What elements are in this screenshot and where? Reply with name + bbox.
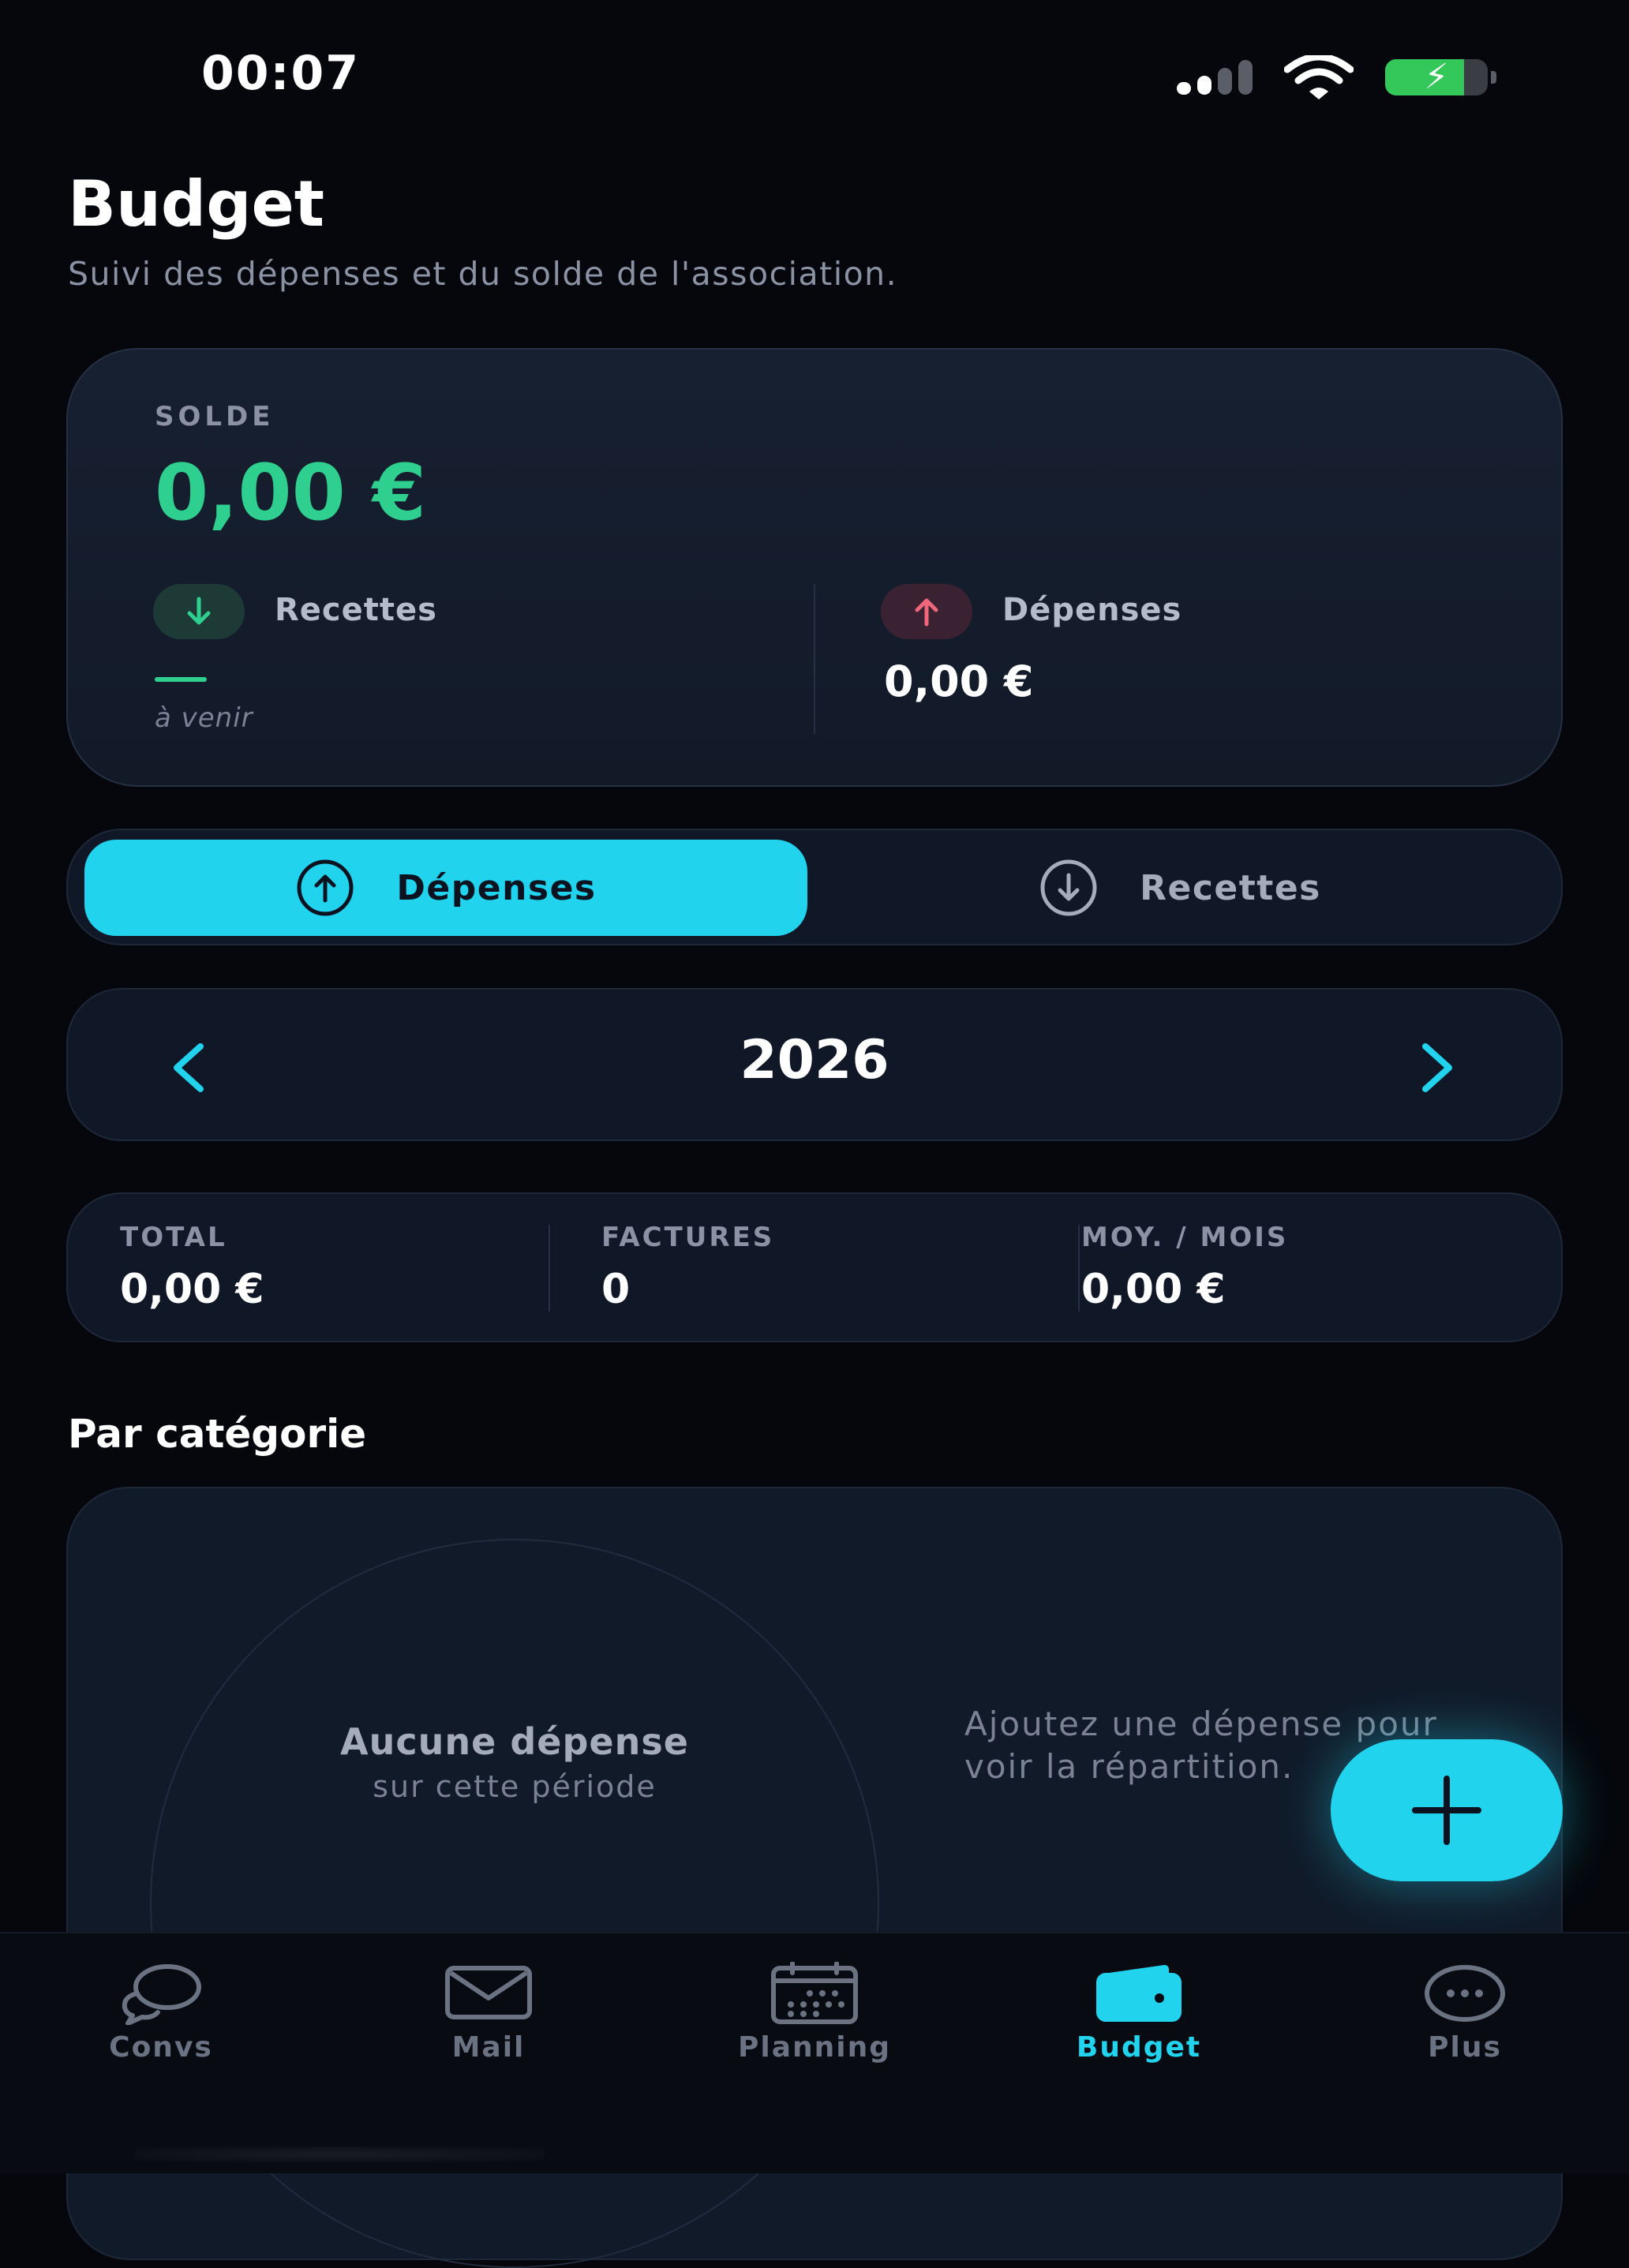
- tab-mail[interactable]: Mail: [370, 1962, 607, 2064]
- calendar-icon: [771, 1962, 858, 2024]
- arrow-up-circle-icon: [297, 859, 354, 916]
- income-note: à venir: [155, 702, 253, 734]
- stat-divider: [1078, 1225, 1080, 1312]
- stats-card: [66, 1192, 1563, 1342]
- stat-average-value: 0,00 €: [1081, 1266, 1226, 1313]
- battery-icon: ⚡: [1385, 59, 1496, 95]
- segment-expenses-label: Dépenses: [396, 867, 597, 908]
- income-value-placeholder: —: [155, 677, 207, 682]
- stat-total-value: 0,00 €: [120, 1266, 264, 1313]
- income-label: Recettes: [275, 592, 437, 628]
- expense-label: Dépenses: [1002, 592, 1182, 628]
- tab-plus[interactable]: Plus: [1346, 1962, 1583, 2064]
- segment-expenses[interactable]: Dépenses: [84, 840, 807, 936]
- category-section-title: Par catégorie: [68, 1411, 367, 1457]
- stat-invoices-value: 0: [601, 1266, 631, 1313]
- stat-invoices-label: FACTURES: [601, 1222, 775, 1253]
- empty-state-title: Aucune dépense: [340, 1720, 689, 1763]
- year-label: 2026: [740, 1029, 889, 1091]
- tab-budget-label: Budget: [1076, 2031, 1202, 2064]
- balance-label: SOLDE: [155, 401, 275, 432]
- tab-mail-label: Mail: [451, 2031, 526, 2064]
- add-expense-button[interactable]: [1331, 1739, 1563, 1881]
- balance-amount: 0,00 €: [155, 448, 427, 538]
- tab-plus-label: Plus: [1428, 2031, 1502, 2064]
- expense-arrow-icon: [881, 584, 972, 639]
- segment-income[interactable]: Recettes: [813, 840, 1547, 936]
- signal-icon: [1177, 60, 1253, 95]
- balance-divider: [814, 584, 815, 734]
- plus-icon: [1412, 1776, 1481, 1845]
- chat-bubbles-icon: [122, 1964, 201, 2025]
- tab-budget[interactable]: Budget: [1020, 1962, 1257, 2064]
- envelope-icon: [445, 1966, 532, 2019]
- page-subtitle: Suivi des dépenses et du solde de l'asso…: [68, 255, 898, 293]
- tab-planning[interactable]: Planning: [696, 1962, 933, 2064]
- status-icons: ⚡: [1177, 55, 1496, 99]
- segment-income-label: Recettes: [1140, 867, 1321, 908]
- tab-convs[interactable]: Convs: [43, 1962, 279, 2064]
- tab-convs-label: Convs: [109, 2031, 213, 2064]
- more-icon: [1425, 1965, 1505, 2022]
- tab-planning-label: Planning: [737, 2031, 891, 2064]
- income-arrow-icon: [153, 584, 245, 639]
- wallet-icon: [1096, 1965, 1181, 2022]
- page-title: Budget: [68, 167, 324, 241]
- stat-average-label: MOY. / MOIS: [1081, 1222, 1289, 1253]
- chevron-right-icon: [1422, 1043, 1452, 1092]
- stat-total-label: TOTAL: [120, 1222, 227, 1253]
- empty-state-subtitle: sur cette période: [373, 1769, 657, 1804]
- wifi-icon: [1284, 55, 1354, 99]
- expense-amount: 0,00 €: [884, 657, 1034, 706]
- home-indicator: [134, 2146, 545, 2162]
- status-time: 00:07: [201, 46, 360, 101]
- stat-divider: [549, 1225, 550, 1312]
- arrow-down-circle-icon: [1040, 859, 1097, 916]
- next-year-button[interactable]: [1413, 1040, 1460, 1098]
